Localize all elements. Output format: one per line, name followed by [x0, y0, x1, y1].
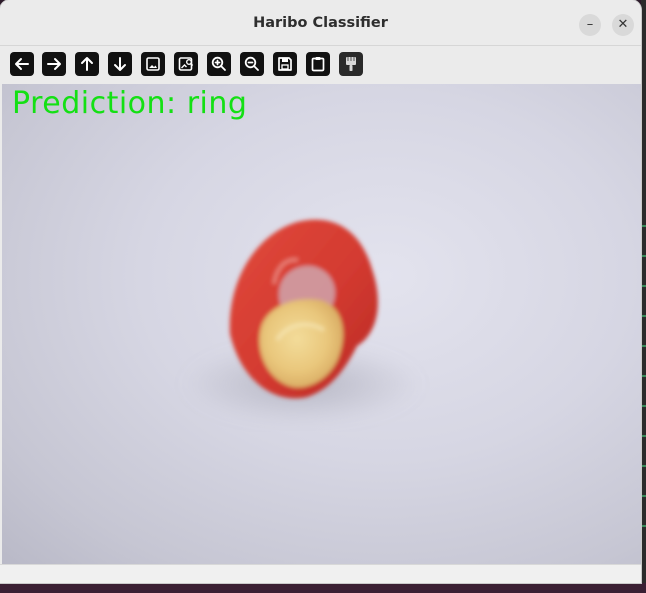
prediction-value: ring	[186, 86, 248, 121]
gummy-ring-photo	[182, 219, 422, 424]
arrow-right-icon	[47, 58, 61, 70]
minimize-button[interactable]: –	[579, 14, 601, 36]
arrow-left-icon	[15, 58, 29, 70]
brush-icon	[346, 57, 356, 71]
title-bar[interactable]: Haribo Classifier – ✕	[0, 0, 641, 46]
properties-button[interactable]	[339, 52, 363, 76]
image-icon	[146, 57, 160, 71]
toolbar	[0, 46, 641, 83]
zoom-original-button[interactable]	[174, 52, 198, 76]
zoom-out-button[interactable]	[240, 52, 264, 76]
window-title: Haribo Classifier	[253, 15, 388, 31]
pan-left-button[interactable]	[10, 52, 34, 76]
pan-right-button[interactable]	[42, 52, 66, 76]
desktop-background-bottom	[0, 583, 646, 593]
prediction-overlay: Prediction: ring	[12, 86, 247, 121]
app-window: Haribo Classifier – ✕ Prediction: ring	[0, 0, 641, 583]
prediction-label: Prediction:	[12, 86, 177, 121]
copy-to-clipboard-button[interactable]	[306, 52, 330, 76]
arrow-down-icon	[114, 57, 126, 71]
zoom-in-button[interactable]	[207, 52, 231, 76]
save-image-button[interactable]	[273, 52, 297, 76]
zoom-fit-button[interactable]	[141, 52, 165, 76]
zoom-out-icon	[244, 56, 259, 71]
clipboard-icon	[311, 57, 325, 72]
arrow-up-icon	[81, 57, 93, 71]
image-display[interactable]: Prediction: ring	[2, 84, 641, 564]
close-button[interactable]: ✕	[612, 14, 634, 36]
status-bar	[0, 564, 641, 583]
pan-down-button[interactable]	[108, 52, 132, 76]
zoom-in-icon	[211, 56, 226, 71]
desktop-background-right	[641, 0, 646, 593]
pan-up-button[interactable]	[75, 52, 99, 76]
save-icon	[278, 57, 292, 71]
image-search-icon	[178, 57, 194, 71]
